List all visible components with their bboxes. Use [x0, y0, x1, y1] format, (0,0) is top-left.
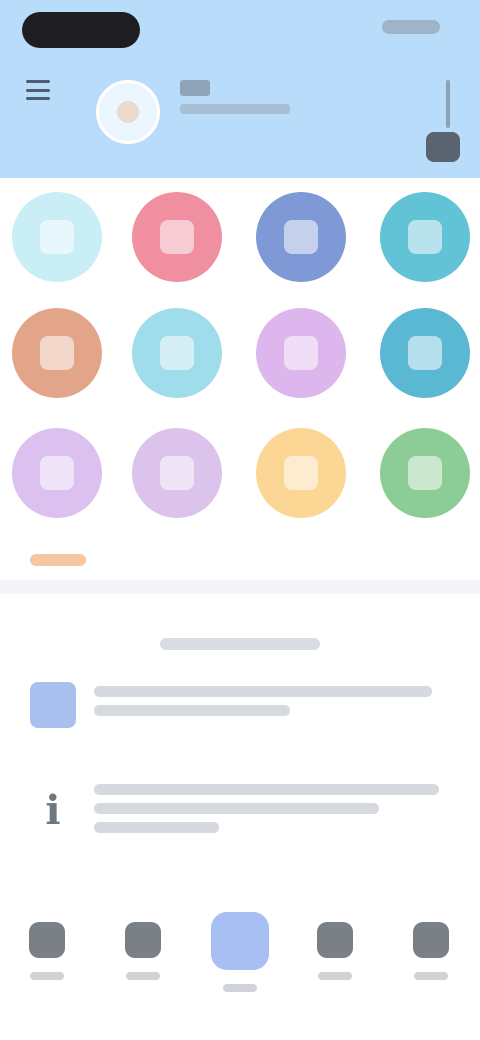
service-button[interactable] [380, 308, 470, 398]
notice-text-line [94, 705, 290, 716]
avatar-image [117, 101, 139, 123]
home-icon [29, 922, 65, 958]
header-divider [446, 80, 450, 128]
service-button[interactable] [380, 192, 470, 282]
bell-icon [317, 922, 353, 958]
service-icon [408, 336, 442, 370]
avatar[interactable] [96, 80, 160, 144]
service-icon [160, 220, 194, 254]
bottom-navigation [0, 900, 480, 1040]
service-icon [160, 336, 194, 370]
nav-label [126, 972, 160, 980]
notice-text-line [94, 822, 219, 833]
service-icon [408, 456, 442, 490]
notice-item[interactable] [30, 682, 450, 728]
nav-label [318, 972, 352, 980]
user-icon [413, 922, 449, 958]
service-button[interactable] [12, 192, 102, 282]
grid-tag [30, 554, 86, 566]
service-icon [160, 456, 194, 490]
nav-item[interactable] [205, 912, 275, 992]
user-name [180, 80, 210, 96]
notice-section-title [160, 638, 320, 650]
service-button[interactable] [132, 192, 222, 282]
service-icon [40, 456, 74, 490]
service-button[interactable] [132, 308, 222, 398]
user-subtitle [180, 104, 290, 114]
service-button[interactable] [256, 192, 346, 282]
nav-item[interactable] [300, 922, 370, 980]
document-icon [30, 682, 76, 728]
nav-item[interactable] [108, 922, 178, 980]
service-icon [284, 456, 318, 490]
service-button[interactable] [12, 428, 102, 518]
menu-icon[interactable] [26, 80, 50, 100]
service-button[interactable] [12, 308, 102, 398]
info-icon: i [45, 786, 61, 834]
service-icon [284, 336, 318, 370]
notice-text [94, 686, 433, 697]
notice-text-line [94, 803, 379, 814]
nav-item[interactable] [396, 922, 466, 980]
nav-label [223, 984, 257, 992]
status-bar-pill [22, 12, 140, 48]
service-icon [284, 220, 318, 254]
app-header [0, 0, 480, 178]
service-icon [40, 220, 74, 254]
notice-text [94, 784, 440, 795]
status-bar-indicators [382, 20, 440, 34]
nav-label [30, 972, 64, 980]
service-button[interactable] [256, 428, 346, 518]
nav-label [414, 972, 448, 980]
grid-icon [125, 922, 161, 958]
service-icon [408, 220, 442, 254]
section-divider [0, 580, 480, 594]
service-grid [0, 178, 480, 578]
service-button[interactable] [380, 428, 470, 518]
service-button[interactable] [256, 308, 346, 398]
center-icon [211, 912, 269, 970]
header-action-button[interactable] [426, 132, 460, 162]
service-button[interactable] [132, 428, 222, 518]
service-icon [40, 336, 74, 370]
notice-item[interactable]: i [30, 780, 450, 840]
nav-item[interactable] [12, 922, 82, 980]
